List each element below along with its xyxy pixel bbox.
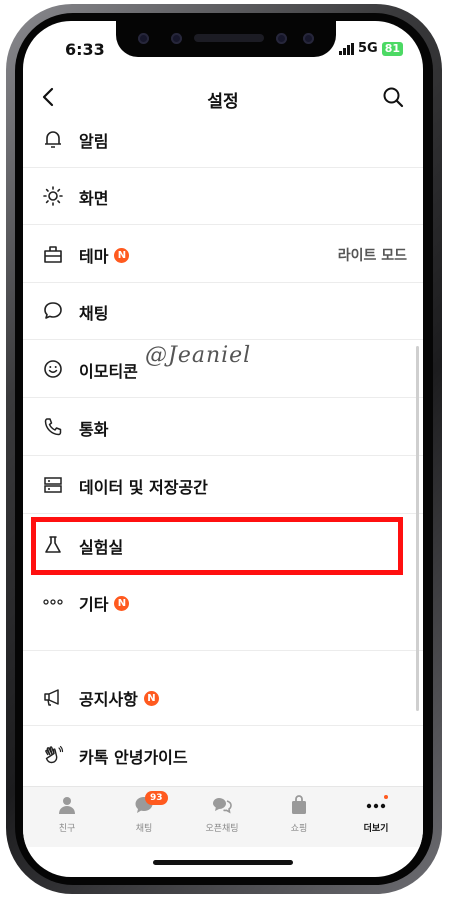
page-title: 설정 [207, 92, 239, 112]
notch [116, 21, 336, 57]
sensor-icon [171, 33, 182, 44]
shopping-bag-icon [292, 795, 306, 814]
divider [23, 224, 423, 225]
smiley-icon [44, 360, 62, 378]
settings-item-label: 채팅 [79, 304, 109, 323]
network-type: 5G [357, 41, 378, 56]
status-time: 6:33 [65, 40, 105, 59]
new-badge: N [114, 595, 130, 611]
home-indicator[interactable] [153, 860, 293, 865]
tab-shopping[interactable]: 쇼핑 [269, 793, 329, 841]
chat-bubble-icon [44, 302, 62, 319]
sensor-icon [303, 33, 314, 44]
divider [23, 397, 423, 398]
status-right: 5G 81 [338, 41, 403, 56]
settings-item-label: 공지사항 N [79, 686, 159, 710]
theme-value: 라이트 모드 [337, 248, 407, 264]
settings-item-call[interactable]: 통화 [23, 399, 423, 455]
person-icon [59, 797, 75, 814]
sensor-icon [138, 33, 149, 44]
tab-label: 오픈채팅 [205, 824, 239, 834]
section-divider [23, 650, 423, 651]
sun-icon [43, 186, 63, 206]
tab-chat[interactable]: 93 채팅 [114, 791, 174, 841]
tab-friends[interactable]: 친구 [37, 793, 97, 841]
settings-item-label: 통화 [79, 420, 109, 439]
screen: 6:33 5G 81 설정 알림 화면 테마 N 라이트 모드 채팅 이모티콘 … [23, 21, 423, 877]
watermark: @Jeaniel [145, 343, 252, 368]
settings-item-data-storage[interactable]: 데이터 및 저장공간 [23, 457, 423, 513]
camera-icon [276, 33, 287, 44]
signal-icon [338, 42, 354, 55]
scrollbar[interactable] [416, 346, 419, 711]
battery-icon: 81 [381, 41, 403, 56]
settings-item-etc[interactable]: 기타 N [23, 574, 423, 630]
settings-item-theme[interactable]: 테마 N 라이트 모드 [23, 226, 423, 282]
speaker [194, 34, 264, 42]
new-badge: N [114, 247, 130, 263]
megaphone-icon [44, 689, 59, 706]
waving-hand-icon [45, 745, 64, 764]
settings-item-guide[interactable]: 카톡 안녕가이드 [23, 727, 423, 783]
search-button[interactable] [381, 85, 405, 109]
highlight-box [31, 517, 403, 575]
settings-item-notice[interactable]: 공지사항 N [23, 669, 423, 725]
phone-icon [44, 418, 62, 436]
divider [23, 725, 423, 726]
divider [23, 513, 423, 514]
settings-item-label: 화면 [79, 189, 109, 208]
settings-item-chat[interactable]: 채팅 [23, 283, 423, 339]
tab-label: 쇼핑 [290, 824, 308, 834]
bell-icon [45, 131, 61, 148]
search-icon [383, 87, 404, 108]
tab-open-chat[interactable]: 오픈채팅 [192, 793, 252, 841]
settings-item-label: 카톡 안녕가이드 [79, 748, 188, 767]
settings-item-alarm[interactable]: 알림 [23, 111, 423, 167]
divider [23, 339, 423, 340]
notification-dot [384, 795, 388, 799]
tab-bar: 친구 93 채팅 오픈채팅 쇼핑 더보기 [23, 786, 423, 847]
divider [23, 455, 423, 456]
more-dots-icon [43, 599, 63, 605]
tab-more[interactable]: 더보기 [346, 793, 406, 841]
storage-icon [44, 477, 62, 493]
open-chat-icon [213, 798, 232, 814]
settings-item-label: 이모티콘 [79, 362, 138, 381]
new-badge: N [143, 690, 159, 706]
settings-item-display[interactable]: 화면 [23, 168, 423, 224]
tab-label: 친구 [58, 824, 76, 834]
settings-item-label: 테마 N [79, 243, 130, 267]
tab-label: 채팅 [135, 824, 153, 834]
settings-item-label: 알림 [79, 132, 109, 151]
theme-icon [44, 246, 62, 263]
settings-item-label: 데이터 및 저장공간 [79, 478, 208, 497]
settings-item-label: 기타 N [79, 591, 130, 615]
tab-label: 더보기 [363, 824, 389, 834]
chat-count-badge: 93 [145, 791, 168, 805]
